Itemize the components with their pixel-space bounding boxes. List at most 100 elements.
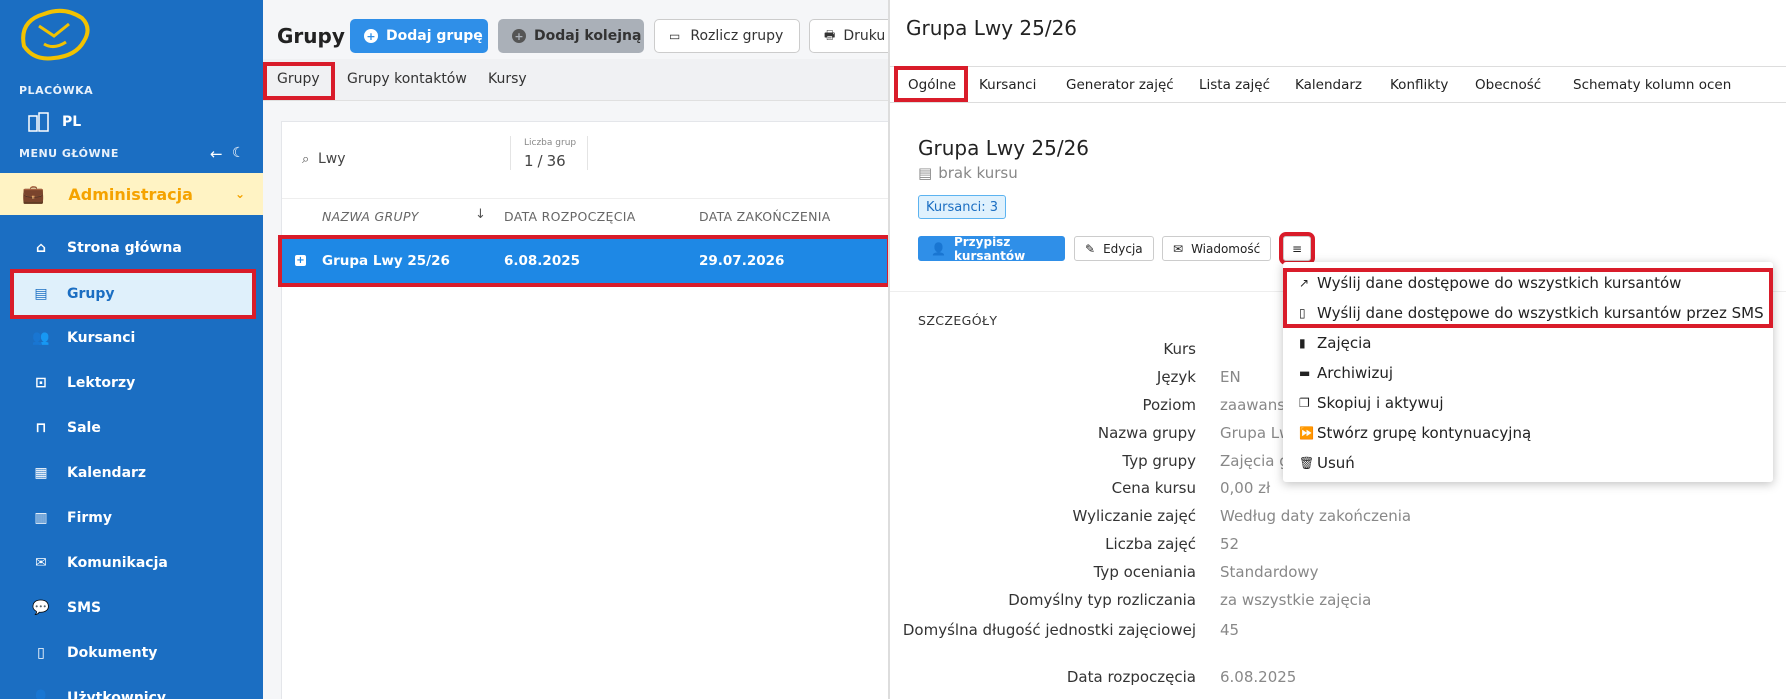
field-label: Typ grupy [1122,452,1196,470]
briefcase-icon: 💼 [22,183,45,205]
envelope-icon: ✉ [1173,241,1184,256]
folder-icon: ▬ [1299,366,1311,380]
print-button[interactable]: 🖶 Druku [809,19,888,53]
phone-icon: ▯ [1299,306,1306,320]
message-button[interactable]: ✉ Wiadomość [1162,236,1271,261]
group-title: Grupa Lwy 25/26 [918,136,1090,160]
sidebar-item-label: Sale [67,420,101,436]
expand-icon[interactable]: + [295,255,306,266]
menu-item[interactable]: ⏩ Stwórz grupę kontynuacyjną [1299,424,1531,442]
tab-7[interactable]: Schematy kolumn ocen [1573,77,1731,93]
field-value: Standardowy [1220,563,1319,581]
sort-down-icon[interactable]: ↓ [475,207,486,222]
count-label: Liczba grup [524,138,577,148]
add-next-label: Dodaj kolejną [534,28,642,44]
share-icon: ↗ [1299,276,1310,290]
tab-kursy[interactable]: Kursy [488,71,527,87]
tab-2[interactable]: Generator zajęć [1066,77,1174,93]
money-icon: ▭ [669,29,681,43]
col-name[interactable]: NAZWA GRUPY [322,209,419,224]
sidebar-item-użytkownicy[interactable]: 👤 Użytkownicy [0,678,263,699]
plus-icon: + [364,29,378,43]
col-start[interactable]: DATA ROZPOCZĘCIA [504,209,636,224]
sidebar-item-kalendarz[interactable]: ▦ Kalendarz [0,453,263,493]
sidebar-item-grupy[interactable]: ▤ Grupy [10,269,256,319]
door-icon: ⊓ [35,420,47,436]
sidebar-item-komunikacja[interactable]: ✉ Komunikacja [0,543,263,583]
field-label: Domyślna długość jednostki zajęciowej [902,621,1196,639]
sidebar-item-label: Dokumenty [67,645,158,661]
menu-item[interactable]: ▮ Zajęcia [1299,334,1371,352]
menu-item[interactable]: ↗ Wyślij dane dostępowe do wszystkich kur… [1299,274,1681,292]
col-end[interactable]: DATA ZAKOŃCZENIA [699,209,831,224]
chevron-down-icon: ⌄ [234,187,245,201]
sidebar-item-strona-główna[interactable]: ⌂ Strona główna [0,228,263,268]
sidebar-item-sale[interactable]: ⊓ Sale [0,408,263,448]
sidebar-item-label: Komunikacja [67,555,168,571]
add-next-button[interactable]: + Dodaj kolejną [498,19,644,53]
user-icon: 👤 [32,690,50,699]
pencil-icon: ✎ [1085,241,1096,256]
add-group-button[interactable]: + Dodaj grupę [350,19,488,53]
menu-item[interactable]: ❐ Skopiuj i aktywuj [1299,394,1444,412]
sidebar-item-label: Użytkownicy [67,690,167,699]
sidebar-item-label: Kursanci [67,330,136,346]
tab-1[interactable]: Kursanci [979,77,1036,93]
menu-item[interactable]: 🗑 Usuń [1299,454,1355,472]
forward-icon: ⏩ [1299,426,1314,440]
admin-label: Administracja [68,184,193,204]
plus-icon: + [512,29,526,43]
sidebar-item-sms[interactable]: 💬 SMS [0,588,263,628]
divider [890,102,1786,103]
field-value: 45 [1220,621,1240,639]
tab-0[interactable]: Ogólne [908,77,956,93]
placowka-select[interactable]: PL [28,112,81,132]
field-value: 0,00 zł [1220,479,1271,497]
divider [510,136,511,170]
message-label: Wiadomość [1191,241,1261,256]
file-icon: ▮ [1299,336,1306,350]
table-row[interactable]: + Grupa Lwy 25/26 6.08.2025 29.07.2026 [278,235,888,287]
sidebar-item-kursanci[interactable]: 👥 Kursanci [0,318,263,358]
collapse-arrow-icon[interactable]: ← [210,145,223,163]
tab-6[interactable]: Obecność [1475,77,1541,93]
field-value: zaawans [1220,396,1286,414]
tab-4[interactable]: Kalendarz [1295,77,1362,93]
tab-3[interactable]: Lista zajęć [1199,77,1270,93]
settle-label: Rozlicz grupy [690,28,784,44]
sidebar-item-firmy[interactable]: ▥ Firmy [0,498,263,538]
detail-panel: Grupa Lwy 25/26 Ogólne Kursanci Generator … [888,0,1786,699]
user-icon: 👤 [931,241,946,256]
row-end: 29.07.2026 [699,253,785,269]
lion-logo-icon [21,8,90,61]
actions-menu: ↗ Wyślij dane dostępowe do wszystkich kur… [1283,262,1773,482]
groups-card: ⌕ Lwy Liczba grup 1 / 36 NAZWA GRUPY ↓ D… [278,121,888,699]
edit-button[interactable]: ✎ Edycja [1074,236,1154,261]
field-label: Poziom [1142,396,1196,414]
more-menu-button[interactable]: ≡ [1279,232,1315,265]
menu-item[interactable]: ▬ Archiwizuj [1299,364,1393,382]
field-value: Grupa Lw [1220,424,1292,442]
tab-grupy-kontaktow[interactable]: Grupy kontaktów [347,71,467,87]
field-value: 6.08.2025 [1220,668,1297,686]
menu-item-label: Stwórz grupę kontynuacyjną [1317,424,1532,442]
tab-5[interactable]: Konflikty [1390,77,1448,93]
sidebar-item-label: Grupy [67,286,115,302]
sidebar-item-dokumenty[interactable]: ▯ Dokumenty [0,633,263,673]
divider [890,66,1786,67]
document-icon: ▯ [37,645,45,661]
search-input[interactable]: Lwy [318,151,346,167]
settle-groups-button[interactable]: ▭ Rozlicz grupy [654,19,800,53]
sidebar-item-lektorzy[interactable]: ⊡ Lektorzy [0,363,263,403]
field-label: Kurs [1163,340,1196,358]
tab-grupy[interactable]: Grupy [277,71,320,87]
admin-menu[interactable]: 💼 Administracja ⌄ [0,173,263,215]
count-value: 1 / 36 [524,152,566,170]
moon-icon[interactable]: ☾ [232,145,245,161]
groups-panel: Grupy + Dodaj grupę + Dodaj kolejną ▭ Ro… [263,0,888,699]
menu-item[interactable]: ▯ Wyślij dane dostępowe do wszystkich kur… [1299,304,1764,322]
buildings-icon [28,112,49,132]
course-info: ▤ brak kursu [918,164,1018,182]
search-icon: ⌕ [302,152,310,167]
assign-students-button[interactable]: 👤 Przypisz kursantów [918,235,1065,263]
